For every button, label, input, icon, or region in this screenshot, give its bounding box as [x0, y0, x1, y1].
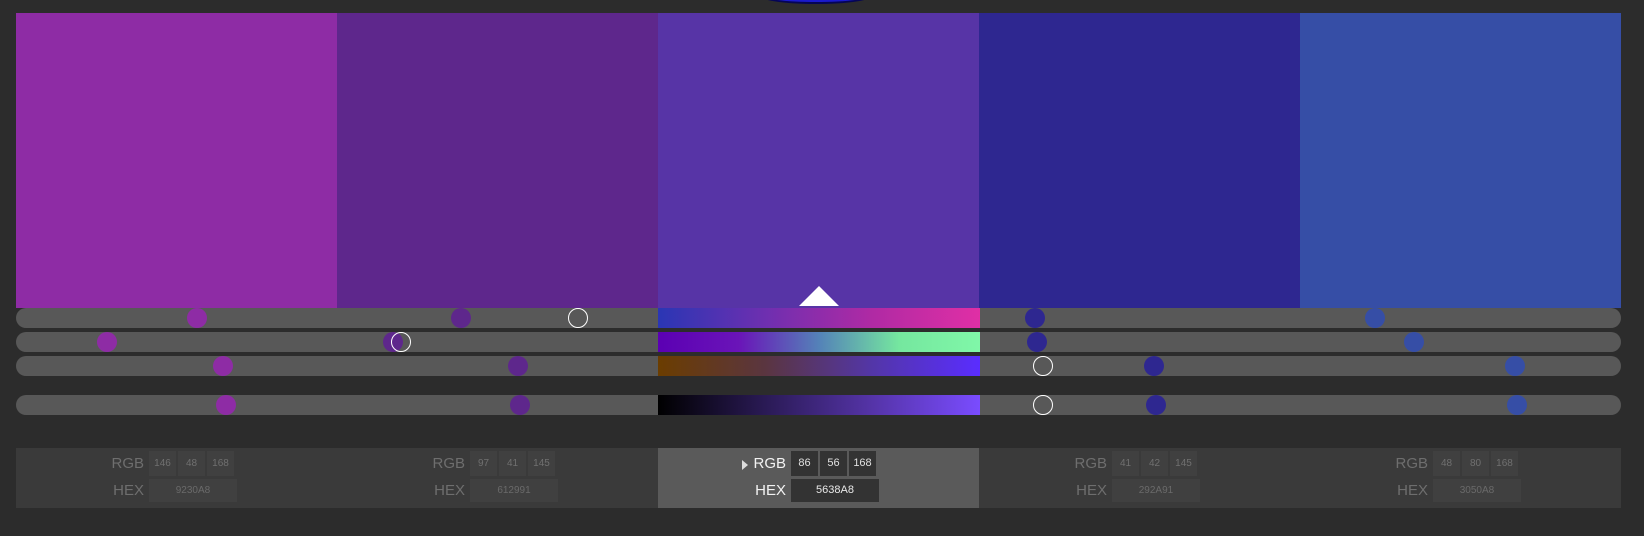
hex-value-field[interactable]: 612991: [470, 479, 558, 502]
color-values-1[interactable]: RGB 146 48 168 HEX 9230A8: [16, 448, 337, 508]
color-swatch-1[interactable]: [16, 13, 337, 308]
hex-label: HEX: [434, 482, 465, 499]
brightness-gradient-bar[interactable]: [658, 395, 980, 415]
color-values-4[interactable]: RGB 41 42 145 HEX 292A91: [979, 448, 1300, 508]
hex-label: HEX: [755, 482, 786, 499]
green-value-field[interactable]: 41: [499, 451, 526, 476]
brightness-marker-swatch-5[interactable]: [1506, 395, 1527, 415]
red-value-field[interactable]: 146: [149, 451, 176, 476]
luminance-marker-swatch-4[interactable]: [1143, 356, 1164, 376]
hex-value-field[interactable]: 5638A8: [791, 479, 879, 502]
blue-value-field[interactable]: 145: [528, 451, 555, 476]
hex-value-field[interactable]: 292A91: [1112, 479, 1200, 502]
red-value-field[interactable]: 41: [1112, 451, 1139, 476]
color-swatch-4[interactable]: [979, 13, 1300, 308]
green-value-field[interactable]: 42: [1141, 451, 1168, 476]
color-values-5[interactable]: RGB 48 80 168 HEX 3050A8: [1300, 448, 1621, 508]
blue-value-field[interactable]: 168: [849, 451, 876, 476]
color-values-panel: RGB 146 48 168 HEX 9230A8 RGB 97 41 145 HEX 612991 R…: [16, 448, 1621, 508]
green-value-field[interactable]: 48: [178, 451, 205, 476]
color-swatch-3[interactable]: [658, 13, 979, 308]
color-swatch-2[interactable]: [337, 13, 658, 308]
hue-slider-handle[interactable]: [567, 308, 588, 328]
hex-label: HEX: [113, 482, 144, 499]
rgb-label: RGB: [111, 455, 144, 472]
hex-value-field[interactable]: 9230A8: [149, 479, 237, 502]
expand-caret-icon[interactable]: [742, 460, 748, 470]
brightness-marker-swatch-2[interactable]: [509, 395, 530, 415]
rgb-label: RGB: [753, 455, 786, 472]
swatch-row: [16, 13, 1621, 308]
brightness-marker-swatch-4[interactable]: [1145, 395, 1166, 415]
saturation-gradient-bar[interactable]: [658, 332, 980, 352]
hex-value-field[interactable]: 3050A8: [1433, 479, 1521, 502]
hue-marker-swatch-2[interactable]: [450, 308, 471, 328]
luminance-marker-swatch-5[interactable]: [1505, 356, 1526, 376]
blue-value-field[interactable]: 168: [207, 451, 234, 476]
green-value-field[interactable]: 80: [1462, 451, 1489, 476]
blue-value-field[interactable]: 145: [1170, 451, 1197, 476]
red-value-field[interactable]: 97: [470, 451, 497, 476]
red-value-field[interactable]: 86: [791, 451, 818, 476]
luminance-gradient-bar[interactable]: [658, 356, 980, 376]
hue-gradient-bar[interactable]: [658, 308, 980, 328]
saturation-marker-swatch-5[interactable]: [1403, 332, 1424, 352]
hex-label: HEX: [1397, 482, 1428, 499]
top-knob[interactable]: [758, 0, 874, 4]
luminance-marker-swatch-1[interactable]: [213, 356, 234, 376]
red-value-field[interactable]: 48: [1433, 451, 1460, 476]
rgb-label: RGB: [1074, 455, 1107, 472]
hex-label: HEX: [1076, 482, 1107, 499]
saturation-marker-swatch-4[interactable]: [1026, 332, 1047, 352]
blue-value-field[interactable]: 168: [1491, 451, 1518, 476]
selected-swatch-arrow-icon: [799, 286, 839, 306]
color-values-3: RGB 86 56 168 HEX 5638A8: [658, 448, 979, 508]
green-value-field[interactable]: 56: [820, 451, 847, 476]
color-swatch-5[interactable]: [1300, 13, 1621, 308]
rgb-label: RGB: [432, 455, 465, 472]
color-values-2[interactable]: RGB 97 41 145 HEX 612991: [337, 448, 658, 508]
rgb-label: RGB: [1395, 455, 1428, 472]
